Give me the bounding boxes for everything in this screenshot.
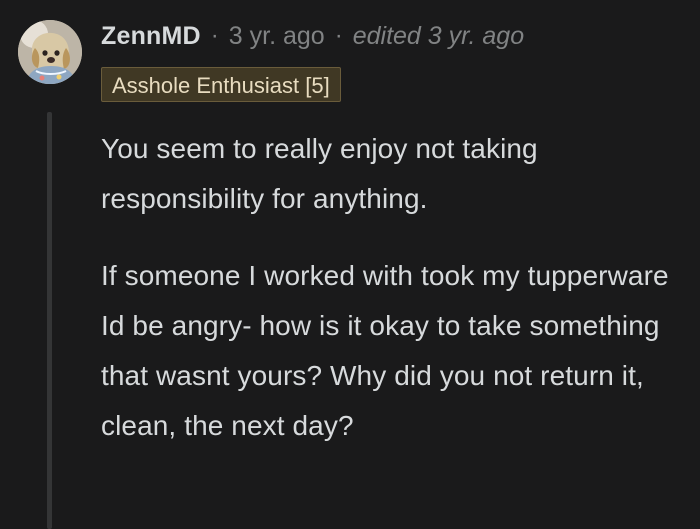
- edited-label: edited 3 yr. ago: [352, 22, 525, 50]
- comment-meta: ZennMD · 3 yr. ago · edited 3 yr. ago: [101, 18, 524, 54]
- comment-paragraph: You seem to really enjoy not taking resp…: [101, 133, 538, 214]
- comment-body: You seem to really enjoy not taking resp…: [101, 124, 681, 451]
- user-flair: Asshole Enthusiast [5]: [101, 67, 341, 102]
- meta-separator: ·: [210, 22, 219, 49]
- meta-separator: ·: [334, 22, 343, 49]
- author-name[interactable]: ZennMD: [101, 18, 201, 54]
- thread-line[interactable]: [47, 112, 52, 529]
- comment-timestamp[interactable]: 3 yr. ago: [229, 18, 325, 54]
- comment-paragraph: If someone I worked with took my tupperw…: [101, 260, 669, 441]
- user-avatar[interactable]: [18, 20, 82, 84]
- comment: ZennMD · 3 yr. ago · edited 3 yr. ago As…: [0, 0, 700, 529]
- dog-avatar-icon: [18, 20, 82, 84]
